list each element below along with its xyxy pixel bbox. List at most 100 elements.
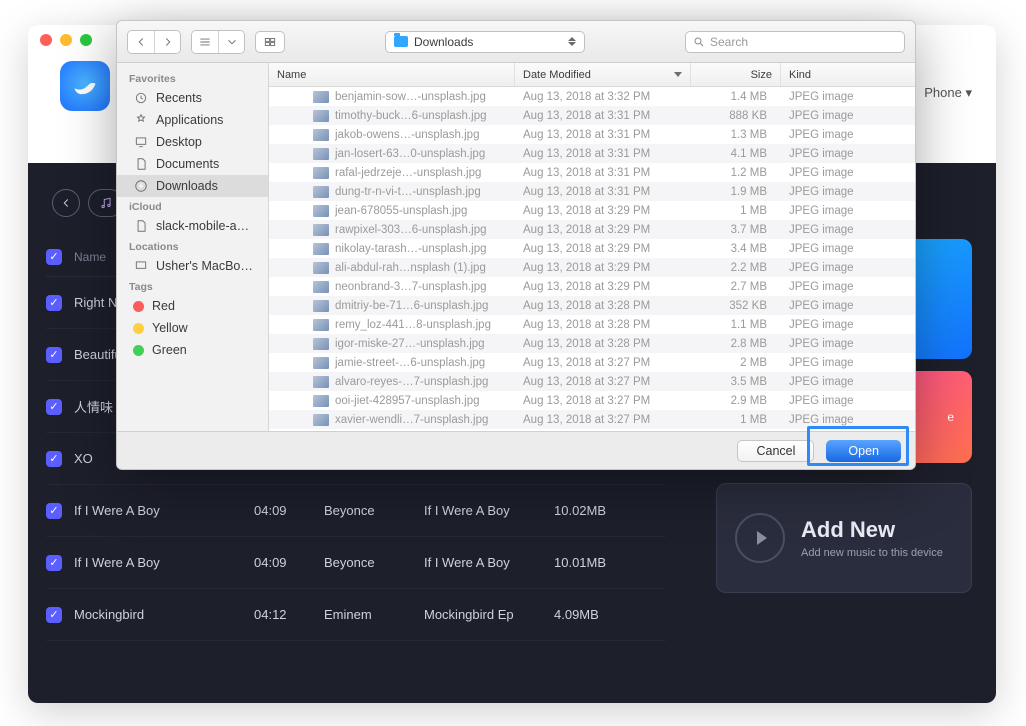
minimize-icon[interactable] <box>60 34 72 46</box>
sidebar-tag-yellow[interactable]: Yellow <box>117 317 268 339</box>
file-name: benjamin-sow…-unsplash.jpg <box>335 91 486 103</box>
track-time: 04:12 <box>254 607 324 622</box>
file-name: igor-miske-27…-unsplash.jpg <box>335 338 485 350</box>
col-name[interactable]: Name <box>269 63 515 86</box>
path-popup[interactable]: Downloads <box>385 31 585 53</box>
file-thumb-icon <box>313 300 329 312</box>
sidebar-tag-green[interactable]: Green <box>117 339 268 361</box>
file-date: Aug 13, 2018 at 3:31 PM <box>515 186 691 198</box>
file-size: 2.7 MB <box>691 281 781 293</box>
track-checkbox[interactable] <box>46 555 62 571</box>
track-checkbox[interactable] <box>46 399 62 415</box>
sidebar-item-applications[interactable]: Applications <box>117 109 268 131</box>
sidebar-item-usher-s-macbo-[interactable]: Usher's MacBo… <box>117 255 268 277</box>
track-checkbox[interactable] <box>46 347 62 363</box>
file-size: 1.3 MB <box>691 129 781 141</box>
close-icon[interactable] <box>40 34 52 46</box>
nav-forward-button[interactable] <box>154 31 180 53</box>
group-button[interactable] <box>255 31 285 53</box>
sb-head-icloud: iCloud <box>117 197 268 215</box>
track-row[interactable]: Mockingbird 04:12 Eminem Mockingbird Ep … <box>46 589 666 641</box>
file-name: jakob-owens…-unsplash.jpg <box>335 129 479 141</box>
file-row[interactable]: xavier-wendli…7-unsplash.jpg Aug 13, 201… <box>269 410 915 429</box>
file-row[interactable]: dung-tr-n-vi-t…-unsplash.jpg Aug 13, 201… <box>269 182 915 201</box>
maximize-icon[interactable] <box>80 34 92 46</box>
view-dropdown-button[interactable] <box>218 31 244 53</box>
cancel-button[interactable]: Cancel <box>737 440 814 462</box>
window-traffic-lights <box>40 34 92 46</box>
file-name: jan-losert-63…0-unsplash.jpg <box>335 148 485 160</box>
arrow-left-icon <box>59 196 73 210</box>
file-row[interactable]: ooi-jiet-428957-unsplash.jpg Aug 13, 201… <box>269 391 915 410</box>
sidebar-item-label: Documents <box>156 157 219 171</box>
file-row[interactable]: neonbrand-3…7-unsplash.jpg Aug 13, 2018 … <box>269 277 915 296</box>
bird-icon <box>71 72 99 100</box>
track-checkbox[interactable] <box>46 503 62 519</box>
track-checkbox[interactable] <box>46 295 62 311</box>
nav-segment <box>127 30 181 54</box>
file-size: 2.2 MB <box>691 262 781 274</box>
file-rows[interactable]: benjamin-sow…-unsplash.jpg Aug 13, 2018 … <box>269 87 915 431</box>
file-row[interactable]: remy_loz-441…8-unsplash.jpg Aug 13, 2018… <box>269 315 915 334</box>
col-size[interactable]: Size <box>691 63 781 86</box>
add-new-card[interactable]: Add New Add new music to this device <box>716 483 972 593</box>
sidebar-item-recents[interactable]: Recents <box>117 87 268 109</box>
open-button[interactable]: Open <box>826 440 901 462</box>
file-row[interactable]: igor-miske-27…-unsplash.jpg Aug 13, 2018… <box>269 334 915 353</box>
sidebar-item-slack-mobile-a-[interactable]: slack-mobile-a… <box>117 215 268 237</box>
file-date: Aug 13, 2018 at 3:29 PM <box>515 262 691 274</box>
file-row[interactable]: dmitriy-be-71…6-unsplash.jpg Aug 13, 201… <box>269 296 915 315</box>
track-size: 10.01MB <box>554 555 634 570</box>
sidebar-item-downloads[interactable]: Downloads <box>117 175 268 197</box>
nav-back-button[interactable] <box>128 31 154 53</box>
col-kind[interactable]: Kind <box>781 63 891 86</box>
select-all-checkbox[interactable] <box>46 249 62 265</box>
file-row[interactable]: rafal-jedrzeje…-unsplash.jpg Aug 13, 201… <box>269 163 915 182</box>
track-checkbox[interactable] <box>46 607 62 623</box>
file-date: Aug 13, 2018 at 3:27 PM <box>515 376 691 388</box>
chevron-left-icon <box>134 35 148 49</box>
file-row[interactable]: jean-678055-unsplash.jpg Aug 13, 2018 at… <box>269 201 915 220</box>
file-name: ooi-jiet-428957-unsplash.jpg <box>335 395 480 407</box>
sidebar-item-icon <box>133 113 148 128</box>
file-row[interactable]: jan-losert-63…0-unsplash.jpg Aug 13, 201… <box>269 144 915 163</box>
track-row[interactable]: If I Were A Boy 04:09 Beyonce If I Were … <box>46 485 666 537</box>
sidebar-tag-red[interactable]: Red <box>117 295 268 317</box>
col-date[interactable]: Date Modified <box>515 63 691 86</box>
sidebar-item-desktop[interactable]: Desktop <box>117 131 268 153</box>
sidebar-item-icon <box>133 179 148 194</box>
back-button[interactable] <box>52 189 80 217</box>
sidebar-item-icon <box>133 219 148 234</box>
device-selector[interactable]: Phone ▾ <box>924 85 972 101</box>
file-name: nikolay-tarash…-unsplash.jpg <box>335 243 487 255</box>
file-thumb-icon <box>313 186 329 198</box>
file-kind: JPEG image <box>781 338 891 350</box>
sidebar-item-documents[interactable]: Documents <box>117 153 268 175</box>
file-size: 1.9 MB <box>691 186 781 198</box>
track-checkbox[interactable] <box>46 451 62 467</box>
file-row[interactable]: jakob-owens…-unsplash.jpg Aug 13, 2018 a… <box>269 125 915 144</box>
play-icon <box>735 513 785 563</box>
file-row[interactable]: alvaro-reyes-…7-unsplash.jpg Aug 13, 201… <box>269 372 915 391</box>
file-row[interactable]: nikolay-tarash…-unsplash.jpg Aug 13, 201… <box>269 239 915 258</box>
file-row[interactable]: jamie-street-…6-unsplash.jpg Aug 13, 201… <box>269 353 915 372</box>
file-date: Aug 13, 2018 at 3:32 PM <box>515 91 691 103</box>
file-columns-header: Name Date Modified Size Kind <box>269 63 915 87</box>
file-row[interactable]: rawpixel-303…6-unsplash.jpg Aug 13, 2018… <box>269 220 915 239</box>
track-album: If I Were A Boy <box>424 555 554 570</box>
file-name: rafal-jedrzeje…-unsplash.jpg <box>335 167 481 179</box>
view-list-button[interactable] <box>192 31 218 53</box>
file-size: 3.5 MB <box>691 376 781 388</box>
sidebar-item-label: Yellow <box>152 321 188 335</box>
file-row[interactable]: timothy-buck…6-unsplash.jpg Aug 13, 2018… <box>269 106 915 125</box>
file-row[interactable]: ali-abdul-rah…nsplash (1).jpg Aug 13, 20… <box>269 258 915 277</box>
file-thumb-icon <box>313 395 329 407</box>
sidebar-item-label: Downloads <box>156 179 218 193</box>
track-album: Mockingbird Ep <box>424 607 554 622</box>
file-thumb-icon <box>313 110 329 122</box>
search-field[interactable]: Search <box>685 31 905 53</box>
file-date: Aug 13, 2018 at 3:29 PM <box>515 224 691 236</box>
file-name: jean-678055-unsplash.jpg <box>335 205 467 217</box>
file-row[interactable]: benjamin-sow…-unsplash.jpg Aug 13, 2018 … <box>269 87 915 106</box>
track-row[interactable]: If I Were A Boy 04:09 Beyonce If I Were … <box>46 537 666 589</box>
